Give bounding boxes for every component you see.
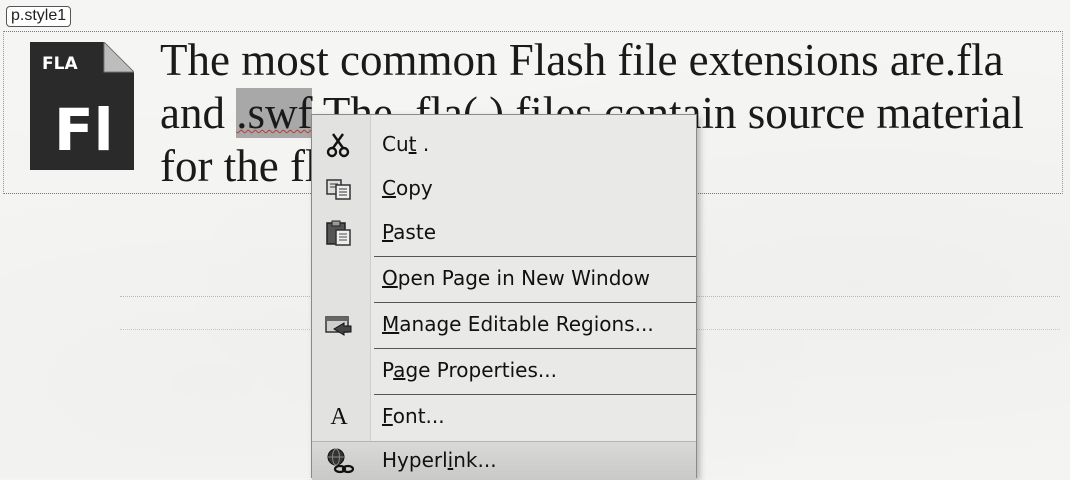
font-icon: A [330,404,348,430]
fla-icon-badge: FLA [42,54,78,74]
line2-pre: and [160,88,237,138]
menu-item-manage-editable-regions[interactable]: Manage Editable Regions... [312,303,696,347]
editable-regions-icon [325,316,352,336]
menu-item-open-page-new-window[interactable]: Open Page in New Window [312,257,696,301]
selected-text[interactable]: .swf [236,88,313,138]
menu-item-hyperlink[interactable]: Hyperlink... [312,441,696,480]
menu-label-hyperlink: Hyperlink... [382,448,497,472]
hyperlink-icon [327,448,354,474]
menu-label-font: Font... [382,404,445,428]
menu-item-font[interactable]: A Font... [312,395,696,439]
menu-label-manage-editable: Manage Editable Regions... [382,312,654,336]
fla-icon-letters: Fl [54,96,114,164]
menu-label-open-page: Open Page in New Window [382,266,650,290]
menu-label-paste: Paste [382,220,436,244]
menu-item-page-properties[interactable]: Page Properties... [312,349,696,393]
fla-file-icon: FLA Fl [30,42,134,170]
paste-icon [326,220,351,246]
menu-item-cut[interactable]: Cut . [312,123,696,167]
scissors-icon [326,133,350,158]
menu-label-cut: Cut . [382,132,430,156]
copy-icon [326,179,351,200]
menu-label-copy: Copy [382,176,433,200]
paragraph-line-1: The most common Flash file extensions ar… [160,35,1004,85]
menu-label-page-properties: Page Properties... [382,358,557,382]
context-menu[interactable]: Cut . Copy Paste Open Page in New Window [311,114,697,480]
style-tag[interactable]: p.style1 [6,6,72,27]
menu-item-copy[interactable]: Copy [312,167,696,211]
menu-item-paste[interactable]: Paste [312,211,696,255]
